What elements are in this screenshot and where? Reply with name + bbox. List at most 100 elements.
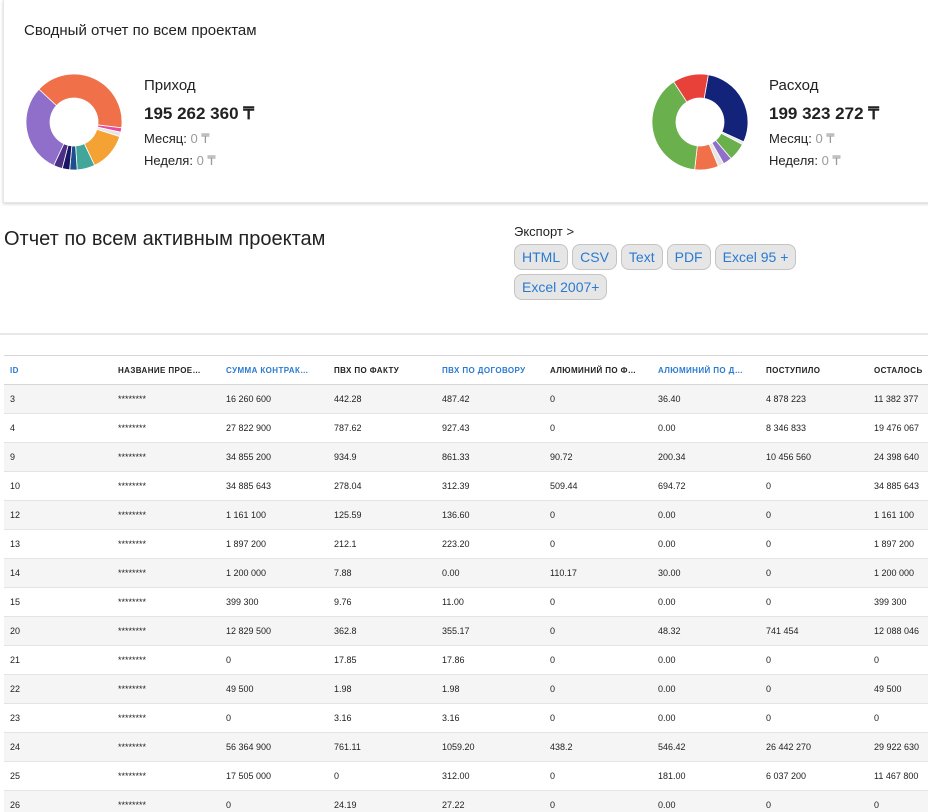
projects-table-wrapper: ID НАЗВАНИЕ ПРОЕ… СУММА КОНТРАК… ПВХ ПО ФАК…: [4, 355, 928, 812]
cell-aluminium-actual: 0: [544, 384, 652, 414]
cell-pvc-contract: 27.22: [436, 790, 544, 812]
cell-project-name: ********: [112, 645, 220, 675]
cell-id: 22: [4, 674, 112, 704]
export-buttons: HTML CSV Text PDF Excel 95 + Excel 2007+: [514, 244, 814, 300]
column-header-pvc-actual[interactable]: ПВХ ПО ФАКТУ: [328, 355, 436, 385]
table-row[interactable]: 10 ******** 34 885 643 278.04 312.39 509.44 69…: [4, 471, 928, 501]
cell-id: 26: [4, 790, 112, 812]
table-row[interactable]: 12 ******** 1 161 100 125.59 136.60 0 0.00 0 1 1…: [4, 500, 928, 530]
table-row[interactable]: 25 ******** 17 505 000 0 312.00 0 181.00 6 037 …: [4, 761, 928, 791]
cell-id: 20: [4, 616, 112, 646]
table-row[interactable]: 3 ******** 16 260 600 442.28 487.42 0 36.40 4 8…: [4, 384, 928, 414]
cell-aluminium-contract: 0.00: [652, 500, 760, 530]
donut-slice[interactable]: [703, 74, 749, 143]
cell-aluminium-actual: 509.44: [544, 471, 652, 501]
cell-pvc-contract: 1059.20: [436, 732, 544, 762]
expense-week-label: Неделя:: [769, 153, 818, 168]
table-row[interactable]: 9 ******** 34 855 200 934.9 861.33 90.72 200.3…: [4, 442, 928, 472]
column-header-project-name[interactable]: НАЗВАНИЕ ПРОЕ…: [112, 355, 220, 385]
income-amount: 195 262 360 ₸: [144, 104, 255, 123]
income-stats: Приход 195 262 360 ₸ Месяц: 0 ₸ Неделя: …: [144, 76, 254, 169]
cell-pvc-contract: 17.86: [436, 645, 544, 675]
cell-id: 21: [4, 645, 112, 675]
cell-received: 0: [760, 790, 868, 812]
column-header-received[interactable]: ПОСТУПИЛО: [760, 355, 868, 385]
table-row[interactable]: 13 ******** 1 897 200 212.1 223.20 0 0.00 0 1 89…: [4, 529, 928, 559]
cell-pvc-actual: 212.1: [328, 529, 436, 559]
cell-aluminium-actual: 0: [544, 703, 652, 733]
column-header-id[interactable]: ID: [4, 355, 112, 385]
table-row[interactable]: 4 ******** 27 822 900 787.62 927.43 0 0.00 8 34…: [4, 413, 928, 443]
table-header-row: ID НАЗВАНИЕ ПРОЕ… СУММА КОНТРАК… ПВХ ПО ФАК…: [4, 355, 928, 385]
cell-aluminium-contract: 30.00: [652, 558, 760, 588]
column-header-contract-sum[interactable]: СУММА КОНТРАК…: [220, 355, 328, 385]
cell-received: 741 454: [760, 616, 868, 646]
cell-project-name: ********: [112, 732, 220, 762]
cell-remaining: 11 467 800: [868, 761, 928, 791]
cell-contract-sum: 399 300: [220, 587, 328, 617]
export-excel2007-button[interactable]: Excel 2007+: [514, 274, 608, 300]
income-month-label: Месяц:: [144, 131, 187, 146]
expense-week: Неделя: 0 ₸: [769, 152, 879, 169]
export-csv-button[interactable]: CSV: [572, 244, 617, 270]
cell-aluminium-actual: 0: [544, 500, 652, 530]
cell-received: 0: [760, 587, 868, 617]
export-panel: Экспорт > HTML CSV Text PDF Excel 95 + E…: [514, 224, 814, 300]
cell-pvc-actual: 1.98: [328, 674, 436, 704]
cell-pvc-contract: 487.42: [436, 384, 544, 414]
cell-pvc-actual: 442.28: [328, 384, 436, 414]
cell-received: 0: [760, 558, 868, 588]
table-row[interactable]: 21 ******** 0 17.85 17.86 0 0.00 0 0: [4, 645, 928, 675]
cell-id: 9: [4, 442, 112, 472]
cell-pvc-actual: 9.76: [328, 587, 436, 617]
export-html-button[interactable]: HTML: [514, 244, 569, 270]
cell-received: 0: [760, 674, 868, 704]
cell-contract-sum: 17 505 000: [220, 761, 328, 791]
cell-aluminium-contract: 694.72: [652, 471, 760, 501]
cell-pvc-contract: 312.00: [436, 761, 544, 791]
table-row[interactable]: 20 ******** 12 829 500 362.8 355.17 0 48.32 741…: [4, 616, 928, 646]
cell-remaining: 0: [868, 790, 928, 812]
table-row[interactable]: 26 ******** 0 24.19 27.22 0 0.00 0 0: [4, 790, 928, 812]
export-text-button[interactable]: Text: [620, 244, 663, 270]
cell-aluminium-actual: 90.72: [544, 442, 652, 472]
cell-contract-sum: 12 829 500: [220, 616, 328, 646]
cell-project-name: ********: [112, 703, 220, 733]
table-row[interactable]: 14 ******** 1 200 000 7.88 0.00 110.17 30.00 0 1…: [4, 558, 928, 588]
cell-project-name: ********: [112, 500, 220, 530]
cell-pvc-contract: 3.16: [436, 703, 544, 733]
cell-pvc-actual: 24.19: [328, 790, 436, 812]
cell-contract-sum: 49 500: [220, 674, 328, 704]
cell-remaining: 1 200 000: [868, 558, 928, 588]
cell-project-name: ********: [112, 471, 220, 501]
export-pdf-button[interactable]: PDF: [666, 244, 711, 270]
column-header-pvc-contract[interactable]: ПВХ ПО ДОГОВОРУ: [436, 355, 544, 385]
cell-project-name: ********: [112, 529, 220, 559]
column-header-aluminium-contract[interactable]: АЛЮМИНИЙ ПО Д…: [652, 355, 760, 385]
cell-pvc-actual: 362.8: [328, 616, 436, 646]
column-header-remaining[interactable]: ОСТАЛОСЬ: [868, 355, 928, 385]
expense-week-value: 0 ₸: [821, 153, 841, 168]
cell-aluminium-contract: 0.00: [652, 587, 760, 617]
cell-pvc-contract: 927.43: [436, 413, 544, 443]
cell-aluminium-actual: 0: [544, 529, 652, 559]
expense-donut-chart: [650, 72, 750, 172]
cell-project-name: ********: [112, 413, 220, 443]
table-row[interactable]: 15 ******** 399 300 9.76 11.00 0 0.00 0 399 300: [4, 587, 928, 617]
table-row[interactable]: 22 ******** 49 500 1.98 1.98 0 0.00 0 49 500: [4, 674, 928, 704]
cell-received: 10 456 560: [760, 442, 868, 472]
column-header-aluminium-actual[interactable]: АЛЮМИНИЙ ПО Ф…: [544, 355, 652, 385]
table-body: 3 ******** 16 260 600 442.28 487.42 0 36.40 4 8…: [4, 384, 928, 812]
table-row[interactable]: 23 ******** 0 3.16 3.16 0 0.00 0 0: [4, 703, 928, 733]
export-excel95-button[interactable]: Excel 95 +: [714, 244, 797, 270]
income-week-value: 0 ₸: [196, 153, 216, 168]
cell-remaining: 1 161 100: [868, 500, 928, 530]
cell-received: 0: [760, 500, 868, 530]
cell-aluminium-contract: 0.00: [652, 529, 760, 559]
table-row[interactable]: 24 ******** 56 364 900 761.11 1059.20 438.2 54…: [4, 732, 928, 762]
cell-remaining: 399 300: [868, 587, 928, 617]
cell-pvc-actual: 7.88: [328, 558, 436, 588]
cell-received: 6 037 200: [760, 761, 868, 791]
cell-pvc-contract: 1.98: [436, 674, 544, 704]
expense-amount: 199 323 272 ₸: [769, 104, 880, 123]
